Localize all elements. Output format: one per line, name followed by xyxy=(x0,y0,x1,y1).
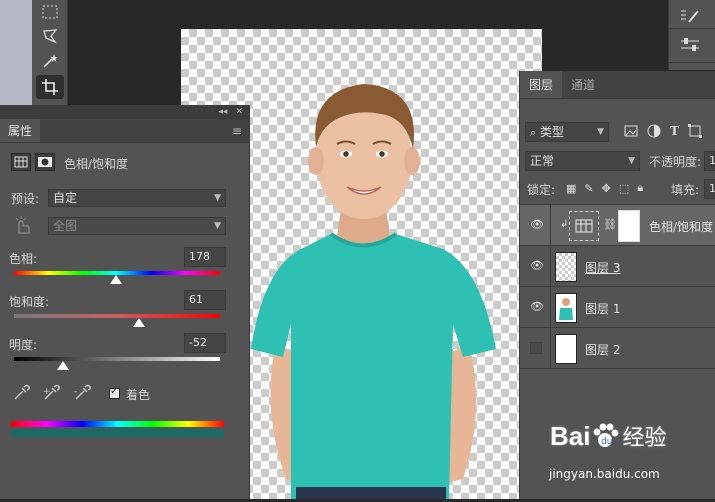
input-color-bar xyxy=(11,421,224,427)
saturation-input[interactable]: 61 xyxy=(184,290,226,310)
fill-input[interactable]: 10 xyxy=(704,179,715,199)
lightness-label: 明度: xyxy=(9,338,38,352)
search-icon: ⌕ xyxy=(530,126,537,139)
visibility-toggle-off[interactable] xyxy=(530,342,542,354)
panel-titlebar: ◂◂ ✕ xyxy=(0,105,249,119)
brush-icon xyxy=(681,10,699,23)
preset-label: 预设: xyxy=(11,192,40,206)
opacity-label: 不透明度: xyxy=(649,155,702,169)
right-tool-column xyxy=(668,0,715,70)
crop-tool[interactable] xyxy=(36,75,64,99)
eyedropper-plus-icon[interactable]: + xyxy=(42,384,62,405)
preset-select[interactable]: 自定 ▼ xyxy=(48,189,226,207)
lightness-slider-thumb[interactable] xyxy=(57,361,69,370)
lock-move-icon[interactable]: ✥ xyxy=(602,182,611,195)
magic-wand-tool[interactable] xyxy=(36,49,64,73)
crop-icon xyxy=(42,79,58,95)
lasso-icon xyxy=(43,29,58,44)
watermark-brand: Bai xyxy=(550,420,591,451)
filter-pixel-icon[interactable] xyxy=(624,124,638,138)
lock-all-icon[interactable]: 🔒︎ xyxy=(637,181,643,195)
layer-mask-thumbnail[interactable] xyxy=(618,210,640,242)
chevron-down-icon: ▼ xyxy=(214,221,221,231)
saturation-slider[interactable] xyxy=(14,314,220,318)
hue-slider-thumb[interactable] xyxy=(110,275,122,284)
hue-saturation-icon xyxy=(575,219,593,233)
chevron-down-icon: ▼ xyxy=(597,127,604,137)
output-color-bar xyxy=(11,429,224,437)
lock-transparent-icon[interactable]: ▦ xyxy=(566,182,576,195)
opacity-input[interactable]: 10 xyxy=(704,151,715,171)
layer-name[interactable]: 图层 2 xyxy=(585,341,620,358)
visibility-eye-icon[interactable]: 👁︎ xyxy=(530,260,544,272)
chevron-down-icon: ▼ xyxy=(628,156,635,166)
saturation-label: 饱和度: xyxy=(9,295,50,309)
adjustment-header: 色相/饱和度 xyxy=(0,153,250,175)
layer-thumbnail xyxy=(555,334,577,364)
marquee-icon xyxy=(42,5,58,19)
lasso-tool[interactable] xyxy=(36,24,64,48)
layer-row-layer-3[interactable]: 👁︎ 图层 3 xyxy=(520,246,715,287)
layer-name[interactable]: 色相/饱和度 xyxy=(649,218,713,235)
layer-thumbnail xyxy=(555,293,577,323)
clipping-arrow-icon: ↲ xyxy=(560,219,569,230)
lock-artboard-icon[interactable]: ⬚ xyxy=(619,182,629,195)
layer-mask-icon[interactable] xyxy=(35,153,55,171)
panel-menu-icon[interactable]: ≡ xyxy=(225,119,249,142)
lock-label: 锁定: xyxy=(527,183,556,197)
colorize-checkbox[interactable] xyxy=(109,386,120,399)
magic-wand-icon xyxy=(43,54,58,68)
eyedropper-minus-icon[interactable]: - xyxy=(73,384,93,405)
chevron-down-icon: ▼ xyxy=(214,193,221,203)
close-panel-icon[interactable]: ✕ xyxy=(235,107,243,117)
fill-label: 填充: xyxy=(671,183,700,197)
eyedropper-icon[interactable] xyxy=(12,384,30,405)
properties-panel: ◂◂ ✕ 属性 ≡ 色相/饱和度 预设: 自定 ▼ 全图 ▼ 色相: 178 饱和度… xyxy=(0,105,250,499)
layer-row-layer-2[interactable]: 图层 2 xyxy=(520,328,715,369)
lightness-slider[interactable] xyxy=(14,357,220,361)
layer-name[interactable]: 图层 1 xyxy=(585,300,620,317)
layer-name[interactable]: 图层 3 xyxy=(585,259,620,276)
targeted-adjustment-icon[interactable] xyxy=(13,215,31,238)
tab-properties[interactable]: 属性 xyxy=(0,119,41,142)
sliders-icon xyxy=(681,38,699,51)
colorize-label: 着色 xyxy=(126,388,151,402)
blend-mode-select[interactable]: 正常 ▼ xyxy=(525,151,640,171)
hue-label: 色相: xyxy=(9,252,38,266)
visibility-eye-icon[interactable]: 👁︎ xyxy=(530,219,544,231)
channel-select[interactable]: 全图 ▼ xyxy=(48,217,226,235)
filter-type-icon[interactable]: T xyxy=(670,124,679,138)
adjustment-title: 色相/饱和度 xyxy=(64,157,129,171)
lock-paint-icon[interactable]: ✎ xyxy=(584,182,593,195)
saturation-slider-thumb[interactable] xyxy=(133,318,145,327)
lightness-input[interactable]: -52 xyxy=(184,333,226,353)
hue-input[interactable]: 178 xyxy=(184,247,226,267)
tools-panel xyxy=(32,0,68,105)
svg-text:-: - xyxy=(74,387,77,397)
baidu-watermark: Bai du 经验 jingyan.baidu.com xyxy=(545,412,715,492)
document-edge xyxy=(0,0,32,105)
layer-row-layer-1[interactable]: 👁︎ 图层 1 xyxy=(520,287,715,328)
svg-text:du: du xyxy=(601,437,612,447)
layer-filter-select[interactable]: ⌕ 类型 ▼ xyxy=(525,122,609,142)
layer-thumbnail xyxy=(555,252,577,282)
filter-adjustment-icon[interactable] xyxy=(647,124,661,138)
tab-layers[interactable]: 图层 xyxy=(520,71,563,98)
watermark-url: jingyan.baidu.com xyxy=(549,467,660,481)
svg-text:+: + xyxy=(43,387,51,397)
adjust-sliders-button[interactable] xyxy=(679,37,701,56)
link-chain-icon[interactable]: ⛓︎ xyxy=(603,218,617,231)
visibility-eye-icon[interactable]: 👁︎ xyxy=(530,301,544,313)
layer-row-hue-saturation[interactable]: 👁︎ ↲ ⛓︎ 色相/饱和度 xyxy=(520,205,715,246)
marquee-tool[interactable] xyxy=(36,0,64,24)
brush-settings-button[interactable] xyxy=(679,8,701,27)
paw-logo-icon: du xyxy=(593,423,619,447)
watermark-brand-suffix: 经验 xyxy=(622,426,667,451)
hue-saturation-icon[interactable] xyxy=(11,153,31,171)
adjustment-thumbnail xyxy=(569,211,599,241)
collapse-icon[interactable]: ◂◂ xyxy=(218,107,227,117)
filter-shape-icon[interactable] xyxy=(687,124,702,138)
tab-channels[interactable]: 通道 xyxy=(562,71,604,98)
